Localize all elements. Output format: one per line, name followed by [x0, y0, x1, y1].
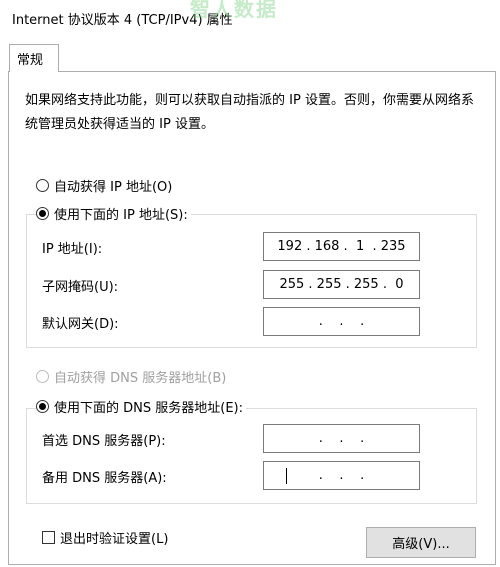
radio-checked-icon[interactable] — [36, 206, 49, 220]
preferred-dns-input[interactable]: . . . — [263, 424, 420, 453]
alternate-dns-label: 备用 DNS 服务器(A): — [42, 470, 167, 486]
advanced-button[interactable]: 高级(V)... — [366, 527, 476, 558]
manual-dns-radio[interactable]: 使用下面的 DNS 服务器地址(E): — [36, 396, 246, 416]
subnet-mask-label: 子网掩码(U): — [42, 279, 119, 295]
validate-settings-label: 退出时验证设置(L) — [60, 531, 169, 547]
ip-address-label: IP 地址(I): — [42, 241, 103, 257]
radio-circle-icon[interactable] — [36, 178, 49, 192]
default-gateway-label: 默认网关(D): — [42, 316, 119, 332]
preferred-dns-label: 首选 DNS 服务器(P): — [42, 433, 166, 449]
description-text: 如果网络支持此功能，则可以获取自动指派的 IP 设置。否则，你需要从网络系统管理… — [25, 93, 474, 132]
alternate-dns-value: . . . — [314, 468, 369, 483]
radio-disabled-icon[interactable] — [36, 369, 49, 383]
auto-ip-radio[interactable]: 自动获得 IP 地址(O) — [36, 175, 172, 195]
alternate-dns-input[interactable]: . . . — [263, 461, 420, 490]
radio-checked-icon[interactable] — [36, 399, 49, 413]
manual-ip-radio[interactable]: 使用下面的 IP 地址(S): — [36, 203, 191, 223]
auto-dns-radio[interactable]: 自动获得 DNS 服务器地址(B) — [36, 366, 226, 386]
default-gateway-input[interactable]: . . . — [263, 307, 420, 336]
title-bar[interactable]: Internet 协议版本 4 (TCP/IPv4) 属性 智人数据 — [0, 0, 500, 34]
checkbox-icon[interactable] — [42, 530, 55, 544]
auto-ip-label: 自动获得 IP 地址(O) — [54, 179, 173, 195]
validate-settings-checkbox[interactable]: 退出时验证设置(L) — [42, 527, 168, 547]
subnet-mask-input[interactable]: 255 . 255 . 255 . 0 — [263, 270, 420, 299]
auto-dns-label: 自动获得 DNS 服务器地址(B) — [54, 370, 227, 386]
manual-dns-label: 使用下面的 DNS 服务器地址(E): — [54, 400, 243, 416]
tab-general[interactable]: 常规 — [9, 44, 59, 72]
manual-ip-label: 使用下面的 IP 地址(S): — [54, 207, 188, 223]
text-caret — [286, 468, 287, 484]
watermark: 智人数据 — [190, 0, 278, 21]
ip-address-input[interactable]: 192 . 168 . 1 . 235 — [263, 232, 420, 261]
